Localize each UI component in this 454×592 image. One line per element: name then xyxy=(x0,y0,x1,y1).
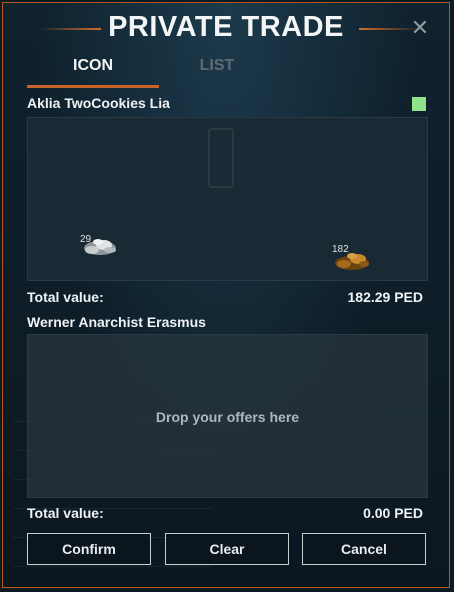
self-total-value: 0.00 PED xyxy=(363,505,423,521)
cancel-button[interactable]: Cancel xyxy=(302,533,426,565)
silver-ore-pile-icon[interactable]: 29 xyxy=(76,228,120,258)
self-offer-drop-zone[interactable]: Drop your offers here xyxy=(27,334,428,498)
self-name: Werner Anarchist Erasmus xyxy=(27,314,206,330)
self-total-label: Total value: xyxy=(27,505,104,521)
partner-total-label: Total value: xyxy=(27,289,104,305)
placeholder-slot-icon xyxy=(208,128,234,188)
close-icon[interactable]: ✕ xyxy=(409,17,431,39)
tab-icon[interactable]: ICON xyxy=(27,55,159,88)
partner-name: Aklia TwoCookies Lia xyxy=(27,95,170,111)
private-trade-window: PRIVATE TRADE ✕ ICON LIST Aklia TwoCooki… xyxy=(2,2,450,588)
clear-button[interactable]: Clear xyxy=(165,533,289,565)
confirm-button[interactable]: Confirm xyxy=(27,533,151,565)
partner-offer-zone: 29 182 xyxy=(27,117,428,281)
title-bar: PRIVATE TRADE ✕ xyxy=(3,11,449,47)
item-quantity: 29 xyxy=(80,234,92,245)
partner-ready-indicator xyxy=(412,97,426,111)
item-quantity: 182 xyxy=(332,244,349,255)
partner-total-value: 182.29 PED xyxy=(347,289,424,305)
tab-list[interactable]: LIST xyxy=(151,55,283,85)
gold-ore-pile-icon[interactable]: 182 xyxy=(328,242,372,272)
drop-hint: Drop your offers here xyxy=(155,409,300,425)
